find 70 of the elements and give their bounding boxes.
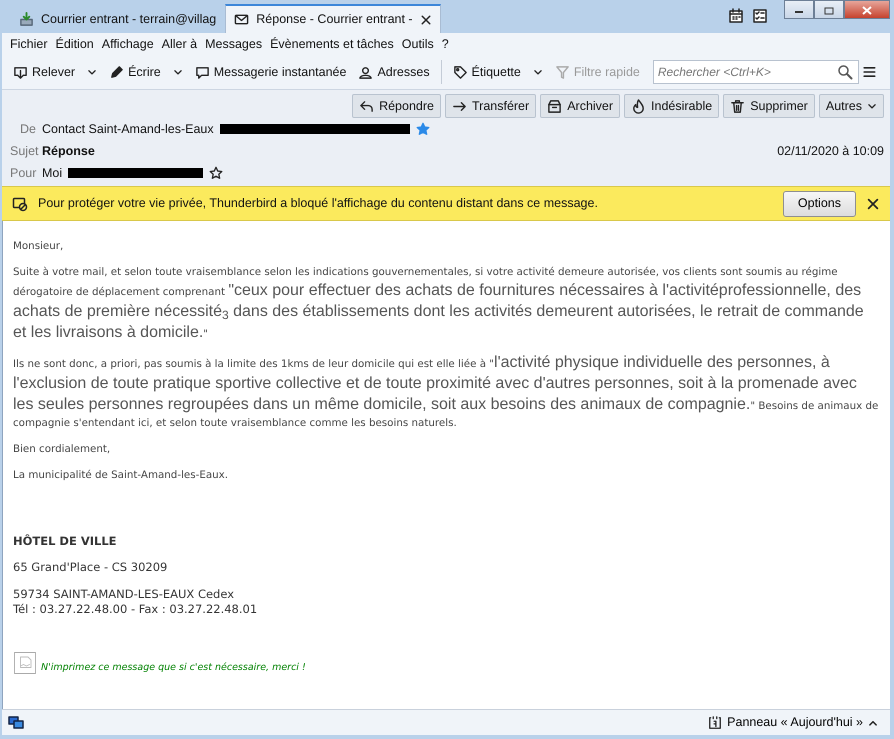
toolbar-button[interactable]: Relever [8,60,80,84]
tab[interactable]: Courrier entrant - terrain@villag [10,4,226,33]
network-icon[interactable] [8,714,24,730]
toolbar-button[interactable]: Étiquette [448,60,526,84]
action-button[interactable]: Indésirable [624,94,720,118]
broken-image-icon [13,651,37,676]
today-pane-button[interactable]: Panneau « Aujourd'hui » [702,712,884,733]
maximize-icon [824,6,834,15]
print-notice: N'imprimez ce message que si c'est nécessaire, merci ! [41,661,306,676]
menu-item[interactable]: Outils [398,34,438,54]
close-button[interactable] [844,0,890,19]
star-icon[interactable] [416,122,430,136]
pencil-icon [109,64,124,80]
download-icon [13,64,28,80]
search-icon[interactable] [837,64,854,80]
tag-icon [452,64,468,80]
message-date: 02/11/2020 à 10:09 [777,142,884,160]
filter-icon [554,64,570,80]
tab[interactable]: Réponse - Courrier entrant - [225,4,441,33]
field-label: De [19,120,36,138]
signature-line: 65 Grand'Place - CS 30209 [13,560,168,576]
maximize-button[interactable] [814,0,844,19]
field-value: Contact Saint-Amand-les-Eaux [42,120,214,138]
menu-item[interactable]: ? [438,34,453,54]
message-paragraph: La municipalité de Saint-Amand-les-Eaux. [13,468,230,483]
field-value: Moi [42,164,62,182]
options-button[interactable]: Options [782,190,856,216]
blocked-content-icon [12,196,28,212]
menu-item[interactable]: Affichage [98,34,158,54]
calendar-icon[interactable] [728,8,744,24]
menu-item[interactable]: Édition [52,34,98,54]
toolbar-button[interactable]: Messagerie instantanée [190,60,352,84]
action-button[interactable]: Transférer [444,94,536,118]
chat-icon [194,64,210,80]
trash-icon [730,98,746,114]
contacts-icon [358,64,374,80]
message-paragraph: Suite à votre mail, et selon toute vraisemblance selon les indications gouvernementales, si votre activité demeure autorisée, vos clients sont soumis au régime dérogatoire de déplacement comprenant "ceux pour effectuer des achats de fournitures nécessaires à l'activitéprofessionnelle, des achats de première nécessité$_{3}$ dans des établissements dont les activités demeurent autorisées, le retrait de commande et les livraisons à domicile." [13,264,865,342]
signature-line: Tél : 03.27.22.48.00 - Fax : 03.27.22.48.01 [13,602,258,618]
field-label: Sujet [10,142,36,160]
calendar-icon [708,716,722,730]
tasks-icon[interactable] [752,8,768,24]
inbox-icon [19,12,34,26]
minimize-button[interactable] [784,0,814,19]
flame-icon [631,98,646,114]
search-field[interactable]: Rechercher <Ctrl+K> [652,60,860,84]
archive-icon [547,98,562,114]
notification-text: Pour protéger votre vie privée, Thunderbird a bloqué l'affichage du contenu distant dans ce message. [38,195,599,212]
close-icon[interactable] [866,196,880,210]
signature-title: HÔTEL DE VILLE [13,534,118,548]
signature-line: 59734 SAINT-AMAND-LES-EAUX Cedex [13,587,236,602]
action-button[interactable]: Répondre [352,94,441,118]
message-paragraph: Bien cordialement, [13,442,112,457]
envelope-icon [234,12,250,27]
message-paragraph: Monsieur, [13,239,64,254]
action-button[interactable]: Supprimer [723,94,815,118]
star-icon[interactable] [209,166,224,180]
menu-item[interactable]: Fichier [6,34,52,54]
close-icon [862,6,872,16]
action-button[interactable]: Archiver [540,94,620,118]
menu-item[interactable]: Aller à [158,34,202,54]
toolbar-button[interactable]: Adresses [353,60,435,84]
field-value: Réponse [42,142,95,160]
reply-icon [359,98,374,114]
toolbar-button[interactable]: Écrire [104,60,166,84]
field-label: Pour [10,164,36,182]
close-icon[interactable] [420,14,432,26]
menu-item[interactable]: Évènements et tâches [266,34,398,54]
action-button[interactable]: Autres [818,94,884,118]
menu-item[interactable]: Messages [201,34,266,54]
message-paragraph: Ils ne sont donc, a priori, pas soumis à la limite des 1kms de leur domicile qui est elle liée à "l'activité physique individuelle des personnes, à l'exclusion de toute pratique sportive collective et de toute proximité avec d'autres personnes, soit à la promenade avec les seules personnes regroupées dans un même domicile, soit aux besoins des animaux de compagnie." Besoins de animaux de compagnie s'entendant ici, et selon toute vraisemblance comme les besoins naturels. [13,353,880,431]
